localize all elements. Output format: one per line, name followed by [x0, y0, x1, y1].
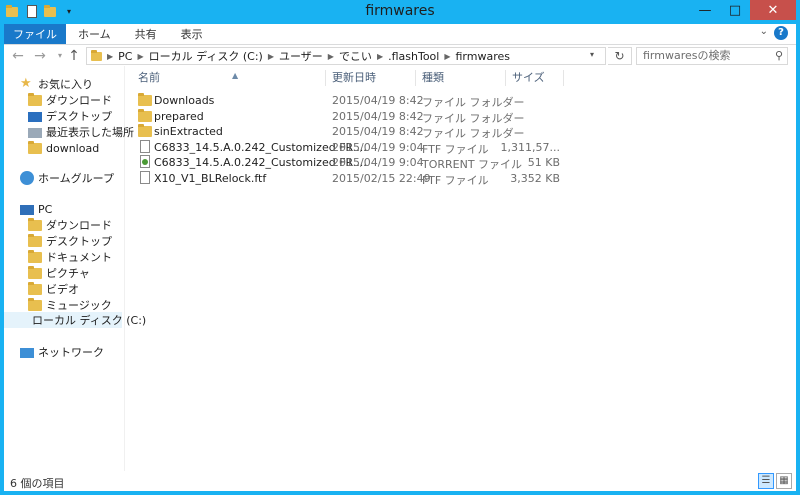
tab-share[interactable]: 共有 — [123, 24, 169, 44]
nav-pc-videos[interactable]: ビデオ — [28, 281, 79, 297]
star-icon: ★ — [20, 76, 32, 91]
folder-icon — [28, 141, 42, 155]
chevron-right-icon: ▶ — [107, 51, 114, 61]
view-switcher: ☰ ▦ — [758, 473, 792, 489]
search-icon[interactable]: ⚲ — [775, 48, 783, 64]
item-count: 6 個の項目 — [10, 477, 65, 490]
tab-home[interactable]: ホーム — [66, 24, 123, 44]
column-header-name[interactable]: ▲ 名前 — [132, 70, 326, 86]
chevron-right-icon[interactable]: ▶ — [442, 52, 452, 61]
nav-network[interactable]: ネットワーク — [20, 344, 104, 360]
maximize-button[interactable]: □ — [720, 0, 750, 20]
file-row[interactable]: C6833_14.5.A.0.242_Customized FR.... 201… — [126, 155, 566, 171]
chevron-right-icon[interactable]: ▶ — [135, 52, 145, 61]
desktop-icon — [28, 234, 42, 248]
nav-favorites-downloads[interactable]: ダウンロード — [28, 92, 112, 108]
chevron-right-icon[interactable]: ▶ — [266, 52, 276, 61]
help-icon[interactable]: ? — [774, 26, 788, 40]
window-controls: — □ ✕ — [690, 0, 796, 20]
up-button[interactable]: ↑ — [66, 48, 82, 64]
file-list: ▲ 名前 更新日時 種類 サイズ Downloads 2015/04/19 8:… — [126, 66, 796, 471]
window-title: firmwares — [365, 3, 435, 19]
details-view-button[interactable]: ☰ — [758, 473, 774, 489]
tab-file[interactable]: ファイル — [4, 24, 66, 44]
nav-favorites-recent-places[interactable]: 最近表示した場所 — [28, 124, 134, 140]
recent-places-icon — [28, 128, 42, 138]
downloads-folder-icon — [28, 93, 42, 107]
file-row[interactable]: C6833_14.5.A.0.242_Customized FR.... 201… — [126, 140, 566, 156]
nav-pc-local-disk[interactable]: ローカル ディスク (C:) — [4, 312, 146, 328]
folder-icon — [91, 50, 102, 61]
navigation-bar: ← → ▾ ↑ ▶ PC ▶ ローカル ディスク (C:) ▶ ユーザー ▶ で… — [4, 45, 796, 68]
breadcrumb-flashtool[interactable]: .flashTool — [385, 50, 442, 63]
minimize-button[interactable]: — — [690, 0, 720, 20]
torrent-file-icon — [138, 155, 152, 169]
file-row[interactable]: prepared 2015/04/19 8:42 ファイル フォルダー — [126, 109, 566, 125]
sort-ascending-icon: ▲ — [232, 71, 239, 80]
homegroup-icon — [20, 171, 34, 185]
ribbon: ファイル ホーム 共有 表示 ⌄ ? — [4, 24, 796, 45]
nav-favorites[interactable]: ★ お気に入り — [20, 76, 93, 92]
navigation-pane: ★ お気に入り ダウンロード デスクトップ 最近表示した場所 download — [4, 66, 146, 471]
file-row[interactable]: X10_V1_BLRelock.ftf 2015/02/15 22:49 FTF… — [126, 171, 566, 187]
column-header-type[interactable]: 種類 — [416, 70, 506, 86]
content-area: ★ お気に入り ダウンロード デスクトップ 最近表示した場所 download — [4, 66, 796, 471]
breadcrumb-firmwares[interactable]: firmwares — [453, 50, 514, 63]
breadcrumb-pc[interactable]: PC — [115, 50, 135, 63]
folder-icon — [138, 93, 152, 107]
folder-icon — [138, 124, 152, 138]
downloads-folder-icon — [28, 218, 42, 232]
folder-icon — [138, 109, 152, 123]
search-input[interactable]: firmwaresの検索 ⚲ — [636, 47, 788, 65]
nav-favorites-desktop[interactable]: デスクトップ — [28, 108, 112, 124]
status-bar: 6 個の項目 ☰ ▦ — [4, 471, 796, 491]
nav-homegroup[interactable]: ホームグループ — [20, 170, 114, 186]
title-bar: ▾ firmwares — □ ✕ — [0, 0, 800, 24]
breadcrumb-users[interactable]: ユーザー — [276, 48, 326, 64]
search-placeholder: firmwaresの検索 — [643, 49, 731, 62]
chevron-right-icon[interactable]: ▶ — [375, 52, 385, 61]
column-header-date[interactable]: 更新日時 — [326, 70, 416, 86]
music-folder-icon — [28, 298, 42, 312]
documents-folder-icon — [28, 250, 42, 264]
file-icon — [138, 171, 152, 185]
address-history-dropdown[interactable]: ▾ — [590, 50, 594, 59]
nav-pc-downloads[interactable]: ダウンロード — [28, 217, 112, 233]
explorer-window: ▾ firmwares — □ ✕ ファイル ホーム 共有 表示 ⌄ ? ← →… — [0, 0, 800, 495]
breadcrumb-local-disk[interactable]: ローカル ディスク (C:) — [146, 48, 266, 64]
nav-pc[interactable]: PC — [20, 201, 52, 217]
column-header-size[interactable]: サイズ — [506, 70, 564, 86]
breadcrumb-user[interactable]: でこい — [336, 48, 375, 64]
chevron-right-icon[interactable]: ▶ — [326, 52, 336, 61]
nav-pc-documents[interactable]: ドキュメント — [28, 249, 112, 265]
expand-ribbon-icon[interactable]: ⌄ — [760, 26, 768, 37]
pictures-folder-icon — [28, 266, 42, 280]
network-icon — [20, 348, 34, 358]
desktop-icon — [28, 112, 42, 122]
file-icon — [138, 140, 152, 154]
close-button[interactable]: ✕ — [750, 0, 796, 20]
computer-icon — [20, 205, 34, 215]
tab-view[interactable]: 表示 — [169, 24, 215, 44]
back-button[interactable]: ← — [10, 48, 26, 64]
videos-folder-icon — [28, 282, 42, 296]
address-bar[interactable]: ▶ PC ▶ ローカル ディスク (C:) ▶ ユーザー ▶ でこい ▶ .fl… — [86, 47, 606, 65]
nav-favorites-download[interactable]: download — [28, 140, 99, 156]
forward-button[interactable]: → — [32, 48, 48, 64]
nav-pc-pictures[interactable]: ピクチャ — [28, 265, 90, 281]
refresh-button[interactable]: ↻ — [608, 47, 632, 65]
file-row[interactable]: sinExtracted 2015/04/19 8:42 ファイル フォルダー — [126, 124, 566, 140]
large-icons-view-button[interactable]: ▦ — [776, 473, 792, 489]
file-row[interactable]: Downloads 2015/04/19 8:42 ファイル フォルダー — [126, 93, 566, 109]
nav-pc-music[interactable]: ミュージック — [28, 297, 112, 313]
nav-pc-desktop[interactable]: デスクトップ — [28, 233, 112, 249]
